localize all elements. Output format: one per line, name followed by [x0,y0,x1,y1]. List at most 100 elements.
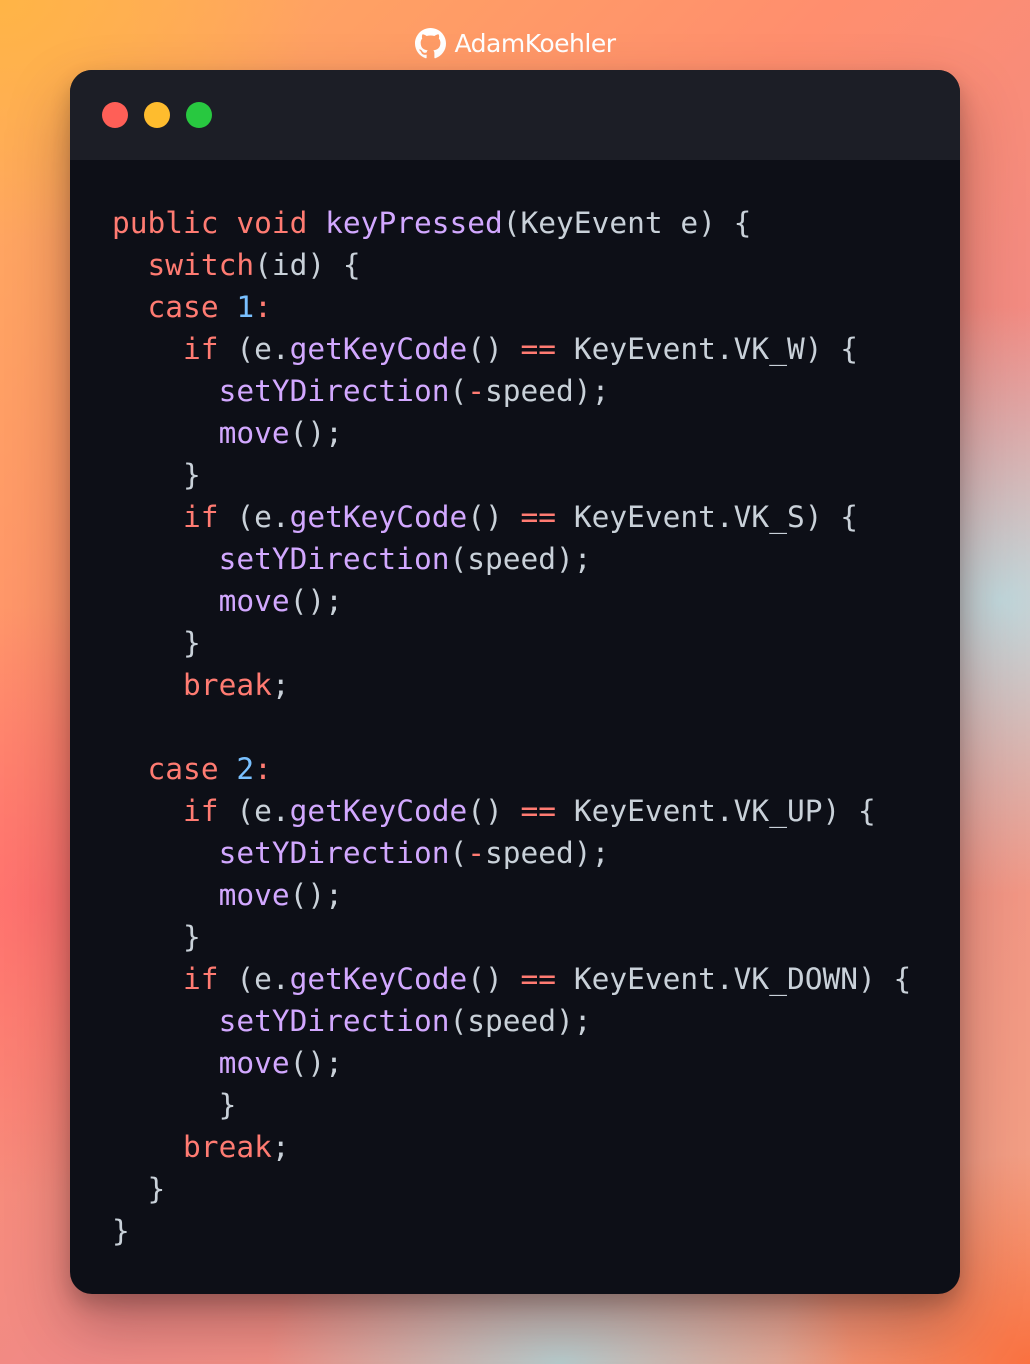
function-token: move [218,1046,290,1080]
plain-token: () [467,962,521,996]
minimize-button[interactable] [144,102,170,128]
plain-token: (speed); [449,1004,592,1038]
keyword-token: == [520,962,557,996]
function-token: getKeyCode [289,500,468,534]
plain-token: (); [289,1046,343,1080]
plain-token: (KeyEvent e) { [502,206,752,240]
plain-token: ; [271,1130,290,1164]
plain-token: () [467,332,521,366]
plain-token: () [467,794,521,828]
code-line: } [112,916,911,958]
function-token: getKeyCode [289,962,468,996]
plain-token: (e. [218,332,290,366]
code-line: } [112,622,911,664]
author-badge: AdamKoehler [0,28,1030,59]
keyword-token: case [147,290,219,324]
code-line: if (e.getKeyCode() == KeyEvent.VK_DOWN) … [112,958,911,1000]
keyword-token: : [254,290,272,324]
keyword-token: switch [147,248,255,282]
plain-token: (e. [218,500,290,534]
plain-token: KeyEvent.VK_S) { [556,500,858,534]
code-line: setYDirection(-speed); [112,832,911,874]
code-line: setYDirection(speed); [112,538,911,580]
function-token: getKeyCode [289,794,468,828]
author-name: AdamKoehler [454,29,616,58]
code-line: if (e.getKeyCode() == KeyEvent.VK_S) { [112,496,911,538]
code-line: if (e.getKeyCode() == KeyEvent.VK_W) { [112,328,911,370]
plain-token: (speed); [449,542,592,576]
plain-token: (); [289,878,343,912]
keyword-token: : [254,752,272,786]
keyword-token: if [183,962,219,996]
plain-token: (); [289,584,343,618]
keyword-token: case [147,752,219,786]
function-token: keyPressed [325,206,503,240]
plain-token: speed); [485,374,610,408]
code-line: setYDirection(-speed); [112,370,911,412]
plain-token: } [112,1172,166,1206]
plain-token: } [112,1088,237,1122]
keyword-token: - [467,374,485,408]
code-line: move(); [112,874,911,916]
code-line: setYDirection(speed); [112,1000,911,1042]
code-line: move(); [112,412,911,454]
code-line: } [112,454,911,496]
function-token: setYDirection [218,542,450,576]
plain-token: } [112,920,201,954]
code-block: public void keyPressed(KeyEvent e) { swi… [112,202,911,1252]
number-token: 2 [236,752,255,786]
code-line: move(); [112,580,911,622]
code-line: break; [112,664,911,706]
code-line: switch(id) { [112,244,911,286]
function-token: setYDirection [218,836,450,870]
plain-token: } [112,1214,130,1248]
plain-token: (e. [218,794,290,828]
number-token: 1 [236,290,255,324]
plain-token: KeyEvent.VK_UP) { [556,794,876,828]
keyword-token: public [112,206,219,240]
code-line: } [112,1084,911,1126]
plain-token: (id) { [254,248,361,282]
keyword-token: == [520,332,557,366]
keyword-token: == [520,794,557,828]
code-window: public void keyPressed(KeyEvent e) { swi… [70,70,960,1294]
plain-token: (e. [218,962,290,996]
function-token: setYDirection [218,1004,450,1038]
keyword-token: break [183,668,272,702]
code-line: break; [112,1126,911,1168]
plain-token: } [112,458,201,492]
plain-token: speed); [485,836,610,870]
plain-token: KeyEvent.VK_DOWN) { [556,962,912,996]
maximize-button[interactable] [186,102,212,128]
code-line: case 1: [112,286,911,328]
keyword-token: == [520,500,557,534]
plain-token: ; [271,668,290,702]
close-button[interactable] [102,102,128,128]
keyword-token: if [183,332,219,366]
code-line: move(); [112,1042,911,1084]
code-line: } [112,1210,911,1252]
function-token: getKeyCode [289,332,468,366]
code-line: case 2: [112,748,911,790]
keyword-token: break [183,1130,272,1164]
function-token: move [218,584,290,618]
keyword-token: void [236,206,308,240]
